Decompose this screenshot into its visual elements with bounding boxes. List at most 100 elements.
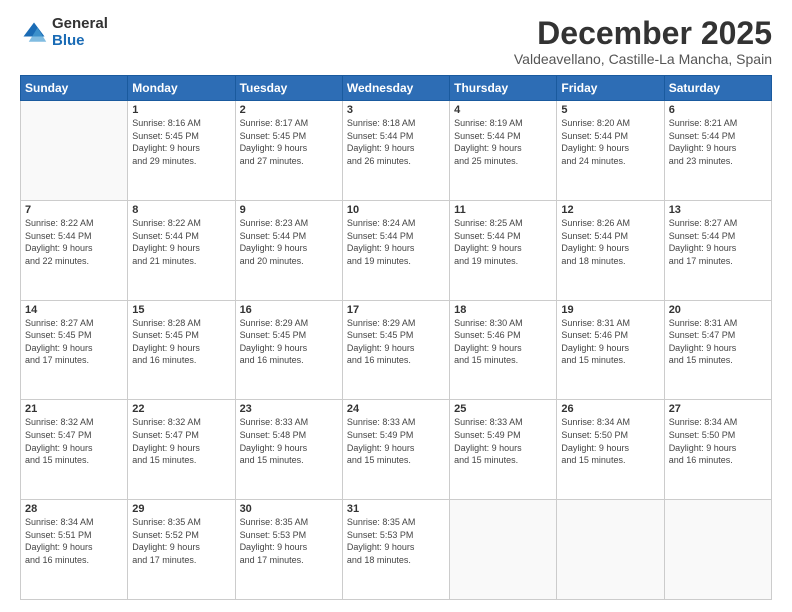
page: General Blue December 2025 Valdeavellano… — [0, 0, 792, 612]
day-number: 27 — [669, 403, 767, 415]
calendar-cell: 17Sunrise: 8:29 AM Sunset: 5:45 PM Dayli… — [342, 300, 449, 400]
day-number: 3 — [347, 104, 445, 116]
calendar-cell: 23Sunrise: 8:33 AM Sunset: 5:48 PM Dayli… — [235, 400, 342, 500]
day-info: Sunrise: 8:27 AM Sunset: 5:45 PM Dayligh… — [25, 317, 123, 367]
logo-text: General Blue — [52, 16, 108, 49]
day-info: Sunrise: 8:34 AM Sunset: 5:50 PM Dayligh… — [561, 416, 659, 466]
logo-general: General — [52, 16, 108, 33]
day-info: Sunrise: 8:33 AM Sunset: 5:48 PM Dayligh… — [240, 416, 338, 466]
day-number: 15 — [132, 304, 230, 316]
day-number: 20 — [669, 304, 767, 316]
day-number: 12 — [561, 204, 659, 216]
day-number: 13 — [669, 204, 767, 216]
weekday-header-sunday: Sunday — [21, 76, 128, 101]
day-number: 9 — [240, 204, 338, 216]
weekday-header-monday: Monday — [128, 76, 235, 101]
day-number: 22 — [132, 403, 230, 415]
day-number: 17 — [347, 304, 445, 316]
day-number: 25 — [454, 403, 552, 415]
title-block: December 2025 Valdeavellano, Castille-La… — [514, 16, 772, 67]
day-info: Sunrise: 8:33 AM Sunset: 5:49 PM Dayligh… — [347, 416, 445, 466]
day-info: Sunrise: 8:18 AM Sunset: 5:44 PM Dayligh… — [347, 117, 445, 167]
calendar-cell: 10Sunrise: 8:24 AM Sunset: 5:44 PM Dayli… — [342, 200, 449, 300]
day-info: Sunrise: 8:33 AM Sunset: 5:49 PM Dayligh… — [454, 416, 552, 466]
day-info: Sunrise: 8:22 AM Sunset: 5:44 PM Dayligh… — [25, 217, 123, 267]
calendar-cell: 5Sunrise: 8:20 AM Sunset: 5:44 PM Daylig… — [557, 101, 664, 201]
day-info: Sunrise: 8:29 AM Sunset: 5:45 PM Dayligh… — [240, 317, 338, 367]
calendar-cell: 20Sunrise: 8:31 AM Sunset: 5:47 PM Dayli… — [664, 300, 771, 400]
calendar-cell: 21Sunrise: 8:32 AM Sunset: 5:47 PM Dayli… — [21, 400, 128, 500]
day-number: 10 — [347, 204, 445, 216]
day-info: Sunrise: 8:30 AM Sunset: 5:46 PM Dayligh… — [454, 317, 552, 367]
calendar-cell — [450, 500, 557, 600]
day-info: Sunrise: 8:32 AM Sunset: 5:47 PM Dayligh… — [25, 416, 123, 466]
day-number: 26 — [561, 403, 659, 415]
day-number: 31 — [347, 503, 445, 515]
header: General Blue December 2025 Valdeavellano… — [20, 16, 772, 67]
week-row-5: 28Sunrise: 8:34 AM Sunset: 5:51 PM Dayli… — [21, 500, 772, 600]
day-number: 8 — [132, 204, 230, 216]
day-number: 7 — [25, 204, 123, 216]
calendar-cell: 19Sunrise: 8:31 AM Sunset: 5:46 PM Dayli… — [557, 300, 664, 400]
day-number: 2 — [240, 104, 338, 116]
calendar-cell: 15Sunrise: 8:28 AM Sunset: 5:45 PM Dayli… — [128, 300, 235, 400]
day-number: 21 — [25, 403, 123, 415]
day-number: 19 — [561, 304, 659, 316]
day-number: 29 — [132, 503, 230, 515]
week-row-3: 14Sunrise: 8:27 AM Sunset: 5:45 PM Dayli… — [21, 300, 772, 400]
day-info: Sunrise: 8:31 AM Sunset: 5:47 PM Dayligh… — [669, 317, 767, 367]
day-number: 1 — [132, 104, 230, 116]
day-info: Sunrise: 8:27 AM Sunset: 5:44 PM Dayligh… — [669, 217, 767, 267]
day-number: 30 — [240, 503, 338, 515]
day-info: Sunrise: 8:28 AM Sunset: 5:45 PM Dayligh… — [132, 317, 230, 367]
calendar-cell: 18Sunrise: 8:30 AM Sunset: 5:46 PM Dayli… — [450, 300, 557, 400]
calendar-cell: 6Sunrise: 8:21 AM Sunset: 5:44 PM Daylig… — [664, 101, 771, 201]
day-info: Sunrise: 8:34 AM Sunset: 5:50 PM Dayligh… — [669, 416, 767, 466]
weekday-header-row: SundayMondayTuesdayWednesdayThursdayFrid… — [21, 76, 772, 101]
calendar-cell: 12Sunrise: 8:26 AM Sunset: 5:44 PM Dayli… — [557, 200, 664, 300]
logo-icon — [20, 19, 48, 47]
day-info: Sunrise: 8:17 AM Sunset: 5:45 PM Dayligh… — [240, 117, 338, 167]
calendar-cell: 4Sunrise: 8:19 AM Sunset: 5:44 PM Daylig… — [450, 101, 557, 201]
day-info: Sunrise: 8:32 AM Sunset: 5:47 PM Dayligh… — [132, 416, 230, 466]
day-number: 28 — [25, 503, 123, 515]
calendar-cell: 8Sunrise: 8:22 AM Sunset: 5:44 PM Daylig… — [128, 200, 235, 300]
day-number: 4 — [454, 104, 552, 116]
weekday-header-tuesday: Tuesday — [235, 76, 342, 101]
weekday-header-thursday: Thursday — [450, 76, 557, 101]
day-info: Sunrise: 8:19 AM Sunset: 5:44 PM Dayligh… — [454, 117, 552, 167]
weekday-header-wednesday: Wednesday — [342, 76, 449, 101]
day-info: Sunrise: 8:35 AM Sunset: 5:53 PM Dayligh… — [240, 516, 338, 566]
calendar-cell: 3Sunrise: 8:18 AM Sunset: 5:44 PM Daylig… — [342, 101, 449, 201]
day-number: 16 — [240, 304, 338, 316]
day-number: 11 — [454, 204, 552, 216]
day-info: Sunrise: 8:23 AM Sunset: 5:44 PM Dayligh… — [240, 217, 338, 267]
day-info: Sunrise: 8:22 AM Sunset: 5:44 PM Dayligh… — [132, 217, 230, 267]
day-info: Sunrise: 8:25 AM Sunset: 5:44 PM Dayligh… — [454, 217, 552, 267]
subtitle: Valdeavellano, Castille-La Mancha, Spain — [514, 51, 772, 67]
calendar-cell: 25Sunrise: 8:33 AM Sunset: 5:49 PM Dayli… — [450, 400, 557, 500]
logo: General Blue — [20, 16, 108, 49]
calendar-cell: 30Sunrise: 8:35 AM Sunset: 5:53 PM Dayli… — [235, 500, 342, 600]
calendar-cell: 22Sunrise: 8:32 AM Sunset: 5:47 PM Dayli… — [128, 400, 235, 500]
day-number: 24 — [347, 403, 445, 415]
calendar-cell: 9Sunrise: 8:23 AM Sunset: 5:44 PM Daylig… — [235, 200, 342, 300]
day-info: Sunrise: 8:16 AM Sunset: 5:45 PM Dayligh… — [132, 117, 230, 167]
calendar-cell: 27Sunrise: 8:34 AM Sunset: 5:50 PM Dayli… — [664, 400, 771, 500]
calendar-cell: 31Sunrise: 8:35 AM Sunset: 5:53 PM Dayli… — [342, 500, 449, 600]
week-row-1: 1Sunrise: 8:16 AM Sunset: 5:45 PM Daylig… — [21, 101, 772, 201]
weekday-header-saturday: Saturday — [664, 76, 771, 101]
logo-blue: Blue — [52, 33, 108, 50]
calendar-cell: 2Sunrise: 8:17 AM Sunset: 5:45 PM Daylig… — [235, 101, 342, 201]
day-info: Sunrise: 8:26 AM Sunset: 5:44 PM Dayligh… — [561, 217, 659, 267]
day-info: Sunrise: 8:31 AM Sunset: 5:46 PM Dayligh… — [561, 317, 659, 367]
calendar-table: SundayMondayTuesdayWednesdayThursdayFrid… — [20, 75, 772, 600]
day-info: Sunrise: 8:24 AM Sunset: 5:44 PM Dayligh… — [347, 217, 445, 267]
calendar-cell: 1Sunrise: 8:16 AM Sunset: 5:45 PM Daylig… — [128, 101, 235, 201]
weekday-header-friday: Friday — [557, 76, 664, 101]
calendar-cell: 14Sunrise: 8:27 AM Sunset: 5:45 PM Dayli… — [21, 300, 128, 400]
week-row-4: 21Sunrise: 8:32 AM Sunset: 5:47 PM Dayli… — [21, 400, 772, 500]
calendar-cell: 26Sunrise: 8:34 AM Sunset: 5:50 PM Dayli… — [557, 400, 664, 500]
calendar-cell — [557, 500, 664, 600]
calendar-cell: 7Sunrise: 8:22 AM Sunset: 5:44 PM Daylig… — [21, 200, 128, 300]
